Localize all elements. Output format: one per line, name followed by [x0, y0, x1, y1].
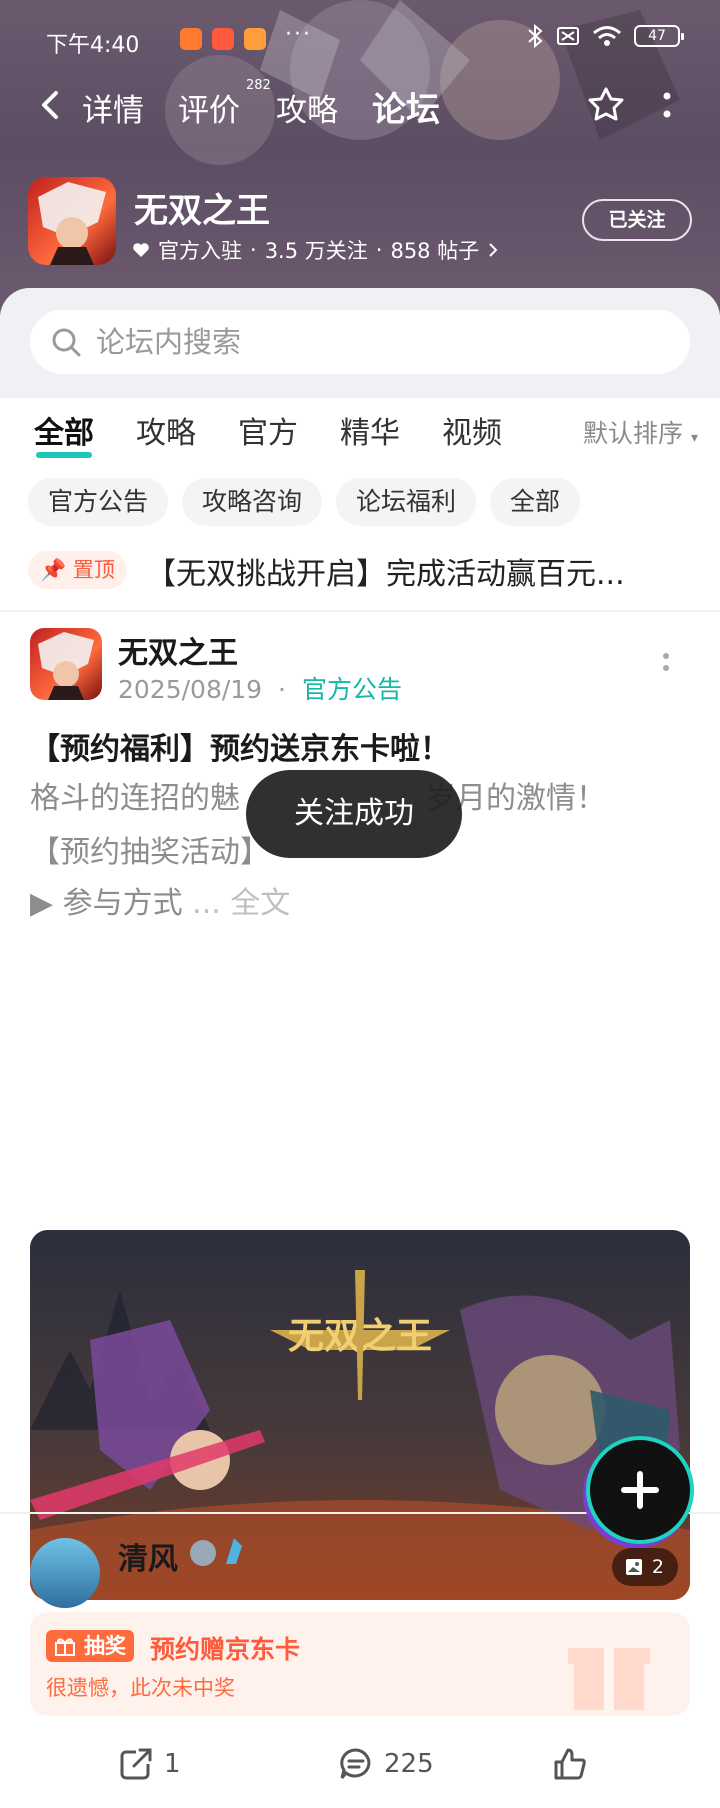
lottery-title: 预约赠京东卡 — [150, 1635, 301, 1664]
sim-off-icon — [557, 27, 579, 45]
wifi-icon — [593, 26, 621, 46]
tab-forum[interactable]: 论坛 — [370, 82, 442, 131]
forum-content: 全部 攻略 官方 精华 视频 默认排序 ▾ 官方公告 攻略咨询 论坛福利 全部 … — [0, 288, 720, 1780]
full-text-link[interactable]: 全文 — [230, 886, 290, 921]
search-input[interactable] — [96, 322, 656, 362]
search-icon — [52, 328, 81, 357]
followers-count: 3.5 万关注 — [264, 239, 368, 263]
search-bar[interactable] — [30, 310, 690, 374]
tab-reviews[interactable]: 评价 — [178, 85, 240, 130]
pinned-tag-label: 置顶 — [72, 558, 115, 582]
chip-forum-welfare[interactable]: 论坛福利 — [336, 478, 477, 526]
avatar[interactable] — [30, 1538, 100, 1608]
game-icon[interactable] — [28, 177, 116, 265]
search-area — [0, 288, 720, 398]
share-button[interactable]: 1 — [118, 1746, 181, 1782]
plus-icon — [621, 1471, 659, 1509]
comment-icon — [340, 1748, 371, 1779]
status-time: 下午4:40 — [46, 33, 140, 58]
more-notifications-icon: ··· — [285, 22, 312, 47]
share-icon — [120, 1748, 152, 1780]
ellipsis: ... — [192, 886, 221, 921]
chip-all[interactable]: 全部 — [490, 478, 581, 526]
user-wing-badge-icon — [226, 1538, 242, 1564]
game-name: 无双之王 — [134, 191, 270, 231]
battery-icon: 47 — [634, 25, 684, 47]
status-icons: 47 — [526, 24, 684, 48]
review-count-badge: 282 — [246, 78, 271, 93]
tag-chips: 官方公告 攻略咨询 论坛福利 全部 — [28, 478, 581, 528]
gift-decoration-icon — [568, 1648, 650, 1710]
category-tabs: 全部 攻略 官方 精华 视频 默认排序 ▾ — [0, 408, 720, 458]
post-author[interactable]: 无双之王 — [118, 628, 238, 672]
post-actions: 1 225 — [0, 1728, 720, 1808]
category-featured[interactable]: 精华 — [340, 408, 400, 452]
posts-count[interactable]: 858 帖子 — [390, 235, 479, 265]
sort-label: 默认排序 — [583, 419, 684, 448]
lottery-result: 很遗憾，此次未中奖 — [46, 1676, 235, 1700]
game-info: 无双之王 官方入驻 · 3.5 万关注 · 858 帖子 已关注 — [28, 177, 692, 267]
gift-icon — [55, 1638, 75, 1656]
like-button[interactable] — [552, 1746, 588, 1782]
tab-guides[interactable]: 攻略 — [276, 85, 338, 130]
meta-separator: · — [250, 238, 257, 262]
post-more-icon[interactable] — [656, 650, 676, 680]
comment-button[interactable]: 225 — [338, 1746, 434, 1782]
post-title: 【预约福利】预约送京东卡啦！ — [30, 732, 450, 767]
pinned-post[interactable]: 📌 置顶 【无双挑战开启】完成活动赢百元... — [28, 548, 698, 592]
comment-count: 225 — [384, 1749, 434, 1779]
lottery-card[interactable]: 抽奖 预约赠京东卡 很遗憾，此次未中奖 — [30, 1612, 690, 1716]
read-more[interactable]: ▶ 参与方式 ... 全文 — [30, 878, 290, 922]
game-header-banner: 下午4:40 ··· 47 详情 评价 282 攻略 论坛 无双之王 官方入驻 … — [0, 0, 720, 330]
notification-icon — [212, 28, 234, 50]
chip-official-notice[interactable]: 官方公告 — [28, 478, 169, 526]
category-official[interactable]: 官方 — [238, 408, 298, 452]
nav-bar: 详情 评价 282 攻略 论坛 — [0, 75, 720, 135]
status-bar: 下午4:40 ··· 47 — [0, 0, 720, 80]
back-arrow-icon[interactable] — [34, 87, 70, 123]
lottery-tag: 抽奖 — [46, 1630, 134, 1662]
post-category[interactable]: 官方公告 — [302, 675, 402, 704]
game-meta: 官方入驻 · 3.5 万关注 · 858 帖子 — [132, 235, 499, 265]
post-author[interactable]: 清风 — [118, 1534, 178, 1578]
post-date: 2025/08/19 — [118, 675, 263, 704]
share-count: 1 — [164, 1749, 181, 1779]
divider — [0, 610, 720, 612]
post-meta: 2025/08/19 · 官方公告 — [118, 670, 402, 706]
chevron-right-icon — [489, 243, 498, 257]
caret-down-icon: ▾ — [690, 430, 698, 446]
avatar[interactable] — [30, 628, 102, 700]
verified-heart-icon — [133, 243, 149, 257]
verified-label: 官方入驻 — [158, 239, 242, 263]
chip-guide-consult[interactable]: 攻略咨询 — [182, 478, 323, 526]
pin-icon: 📌 — [40, 558, 67, 582]
notification-icon — [244, 28, 266, 50]
post-body-line: 格斗的连招的魅 — [30, 781, 240, 816]
lottery-tag-label: 抽奖 — [84, 1634, 126, 1658]
tab-details[interactable]: 详情 — [82, 85, 144, 130]
thumbs-up-icon — [554, 1748, 586, 1780]
category-videos[interactable]: 视频 — [442, 408, 502, 452]
follow-button[interactable]: 已关注 — [582, 199, 692, 241]
favorite-star-icon[interactable] — [586, 85, 626, 125]
meta-separator: · — [278, 675, 286, 704]
meta-separator: · — [375, 238, 383, 262]
create-post-button[interactable] — [590, 1440, 690, 1540]
user-level-badge-icon — [190, 1540, 216, 1566]
readmore-text: ▶ 参与方式 — [30, 886, 183, 921]
more-options-icon[interactable] — [652, 87, 682, 123]
pinned-tag: 📌 置顶 — [28, 551, 127, 589]
sort-dropdown[interactable]: 默认排序 ▾ — [583, 414, 698, 450]
category-guides[interactable]: 攻略 — [136, 408, 196, 452]
notification-icon — [180, 28, 202, 50]
category-all[interactable]: 全部 — [34, 408, 94, 458]
pinned-title: 【无双挑战开启】完成活动赢百元... — [146, 557, 625, 592]
bluetooth-icon — [528, 24, 543, 48]
toast-message: 关注成功 — [246, 770, 462, 858]
